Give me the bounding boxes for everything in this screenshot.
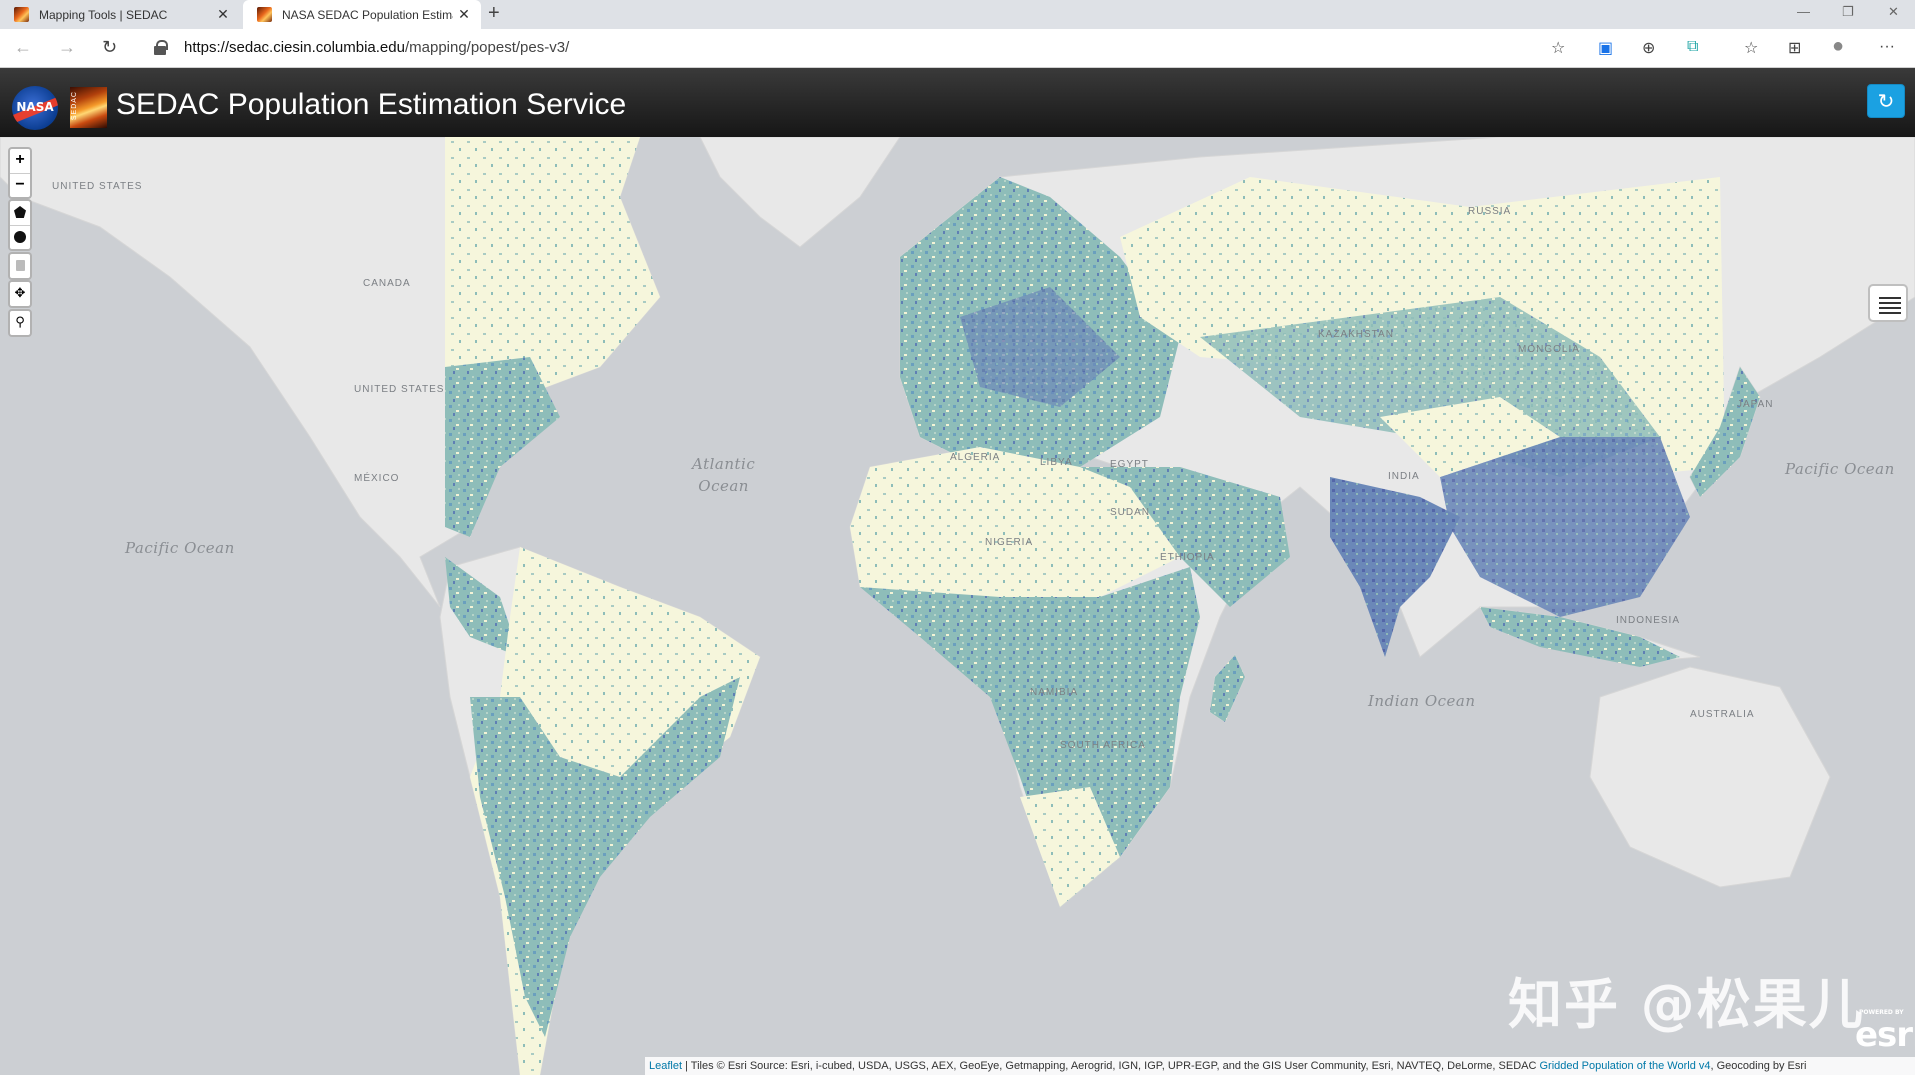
favorite-star-icon[interactable]: ☆ (1551, 38, 1565, 58)
collections-icon[interactable]: ⊞ (1788, 38, 1801, 58)
label-indonesia: INDONESIA (1616, 615, 1681, 626)
trash-icon (15, 260, 25, 271)
reload-icon[interactable]: ↻ (102, 37, 117, 58)
label-nigeria: NIGERIA (985, 537, 1034, 548)
draw-polygon-button[interactable] (10, 201, 30, 225)
close-tab-icon[interactable]: ✕ (453, 6, 475, 23)
label-algeria: ALGERIA (950, 452, 1001, 463)
tab-title: Mapping Tools | SEDAC (39, 7, 168, 22)
minimize-icon[interactable]: — (1797, 4, 1810, 19)
nasa-logo[interactable]: NASA (12, 86, 58, 130)
label-libya: LIBYA (1040, 457, 1073, 468)
url-field[interactable]: https://sedac.ciesin.columbia.edu/mappin… (184, 39, 569, 56)
search-button[interactable]: ⚲ (10, 311, 30, 335)
label-pacific-ocean-west: Pacific Ocean (125, 539, 235, 557)
pan-button[interactable]: ✥ (10, 282, 30, 306)
new-tab-button[interactable]: + (488, 2, 500, 25)
attribution-tail: , Geocoding by Esri (1710, 1060, 1807, 1072)
draw-circle-button[interactable] (10, 225, 30, 249)
population-map (0, 137, 1915, 1075)
tab-mapping-tools[interactable]: Mapping Tools | SEDAC ✕ (0, 0, 240, 29)
window-close-icon[interactable]: ✕ (1888, 4, 1899, 20)
label-mongolia: MONGOLIA (1518, 344, 1580, 355)
draw-control (8, 199, 32, 251)
restore-icon[interactable]: ❐ (1842, 4, 1854, 20)
map-canvas[interactable]: UNITED STATES CANADA UNITED STATES MÉXIC… (0, 137, 1915, 1075)
browser-tabstrip: Mapping Tools | SEDAC ✕ NASA SEDAC Popul… (0, 0, 1915, 29)
url-path: /mapping/popest/pes-v3/ (404, 39, 570, 56)
label-mexico: MÉXICO (354, 473, 400, 484)
leaflet-link[interactable]: Leaflet (649, 1060, 682, 1072)
page-title: SEDAC Population Estimation Service (116, 88, 627, 121)
lock-icon (154, 40, 168, 55)
label-sudan: SUDAN (1110, 507, 1151, 518)
sedac-logo-text: SEDAC (71, 91, 78, 121)
pan-control: ✥ (8, 280, 32, 308)
url-host: https://sedac.ciesin.columbia.edu (184, 39, 405, 56)
sedac-logo[interactable]: SEDAC (70, 87, 107, 128)
label-pacific-ocean-east: Pacific Ocean (1785, 460, 1895, 478)
tab-title: NASA SEDAC Population Estimat (282, 7, 453, 22)
label-united-states-north: UNITED STATES (52, 181, 143, 192)
close-tab-icon[interactable]: ✕ (212, 6, 234, 23)
zoom-out-button[interactable]: − (10, 173, 30, 197)
esri-logo-text: esri (1855, 1015, 1915, 1055)
address-bar-row: ← → ↻ https://sedac.ciesin.columbia.edu/… (0, 29, 1915, 68)
zoom-in-button[interactable]: + (10, 149, 30, 173)
label-australia: AUSTRALIA (1690, 709, 1755, 720)
label-south-africa: SOUTH AFRICA (1060, 740, 1146, 751)
search-control: ⚲ (8, 309, 32, 337)
label-russia: RUSSIA (1468, 206, 1512, 217)
label-atlantic-ocean: Atlantic Ocean (692, 455, 756, 495)
download-icon[interactable]: ⊕ (1642, 38, 1655, 58)
zoom-control: + − (8, 147, 32, 199)
extension-icon[interactable]: ⧉ (1687, 38, 1698, 56)
circle-icon (14, 231, 26, 243)
translate-icon[interactable]: ▣ (1598, 38, 1613, 58)
label-canada: CANADA (363, 278, 411, 289)
tab-popest[interactable]: NASA SEDAC Population Estimat ✕ (243, 0, 481, 29)
forward-icon[interactable]: → (58, 37, 76, 58)
esri-logo[interactable]: POWERED BYesri (1855, 1009, 1915, 1055)
sedac-favicon-icon (257, 7, 272, 22)
label-ethiopia: ETHIOPIA (1160, 552, 1215, 563)
layers-list-button[interactable] (1868, 284, 1908, 322)
favorites-icon[interactable]: ☆ (1744, 38, 1758, 58)
nasa-logo-text: NASA (16, 100, 54, 114)
delete-control (8, 252, 32, 280)
attribution-text: | Tiles © Esri Source: Esri, i-cubed, US… (682, 1060, 1540, 1072)
label-united-states: UNITED STATES (354, 384, 445, 395)
zhihu-watermark: 知乎 @松果儿 (1508, 973, 1865, 1036)
esri-powered-text: POWERED BY (1859, 1009, 1904, 1016)
refresh-button[interactable]: ↻ (1867, 84, 1905, 118)
more-menu-icon[interactable]: ··· (1879, 38, 1895, 56)
label-egypt: EGYPT (1110, 459, 1149, 470)
label-india: INDIA (1388, 471, 1420, 482)
profile-avatar-icon[interactable]: ● (1832, 35, 1844, 58)
gpw-link[interactable]: Gridded Population of the World v4 (1539, 1060, 1710, 1072)
label-indian-ocean: Indian Ocean (1368, 692, 1476, 710)
delete-shapes-button[interactable] (10, 254, 30, 278)
label-namibia: NAMIBIA (1030, 687, 1079, 698)
label-japan: JAPAN (1737, 399, 1774, 410)
polygon-icon (14, 206, 26, 218)
back-icon[interactable]: ← (14, 37, 32, 58)
label-kazakhstan: KAZAKHSTAN (1318, 329, 1394, 340)
map-attribution: Leaflet | Tiles © Esri Source: Esri, i-c… (645, 1057, 1915, 1075)
sedac-favicon-icon (14, 7, 29, 22)
